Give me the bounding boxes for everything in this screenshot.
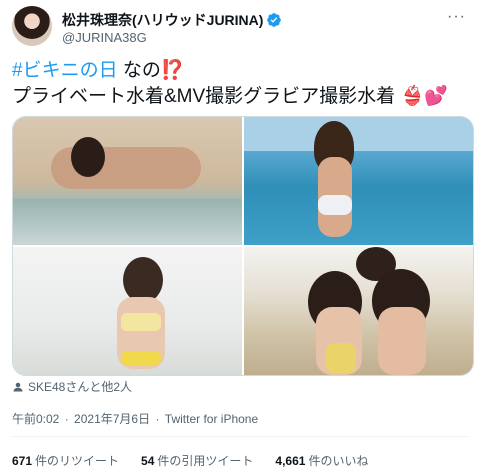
photo-2[interactable] xyxy=(244,117,473,245)
tweet-text-part: なの xyxy=(117,60,161,81)
media-grid xyxy=(12,116,474,376)
photo-4[interactable] xyxy=(244,247,473,375)
more-dots-icon[interactable]: ··· xyxy=(447,8,466,26)
retweets-count: 671 xyxy=(12,454,33,468)
person-icon xyxy=(13,382,23,391)
retweets-stat[interactable]: 671 件のリツイート xyxy=(12,452,119,469)
meta-separator: · xyxy=(64,412,69,426)
exclamation-question-emoji: ⁉️ xyxy=(160,60,185,81)
quotes-label: 件の引用ツイート xyxy=(157,454,254,468)
tweet-stats: 671 件のリツイート 54 件の引用ツイート 4,661 件のいいね xyxy=(12,452,390,469)
meta-separator: · xyxy=(155,412,160,426)
likes-label: 件のいいね xyxy=(308,454,369,468)
hashtag-link[interactable]: #ビキニの日 xyxy=(12,60,118,81)
likes-count: 4,661 xyxy=(275,454,306,468)
quotes-count: 54 xyxy=(141,454,155,468)
divider xyxy=(12,436,468,437)
tagged-users-label[interactable]: SKE48さんと他2人 xyxy=(28,378,132,395)
tweet-line-2: プライベート水着&MV撮影グラビア撮影水着 👙💕 xyxy=(12,84,468,110)
tweet-date[interactable]: 2021年7月6日 xyxy=(74,412,150,426)
photo-1[interactable] xyxy=(13,117,242,245)
likes-stat[interactable]: 4,661 件のいいね xyxy=(275,452,368,469)
tweet-time[interactable]: 午前0:02 xyxy=(12,412,59,426)
two-hearts-emoji: 💕 xyxy=(424,86,448,107)
tweet-header: 松井珠理奈(ハリウッドJURINA) @JURINA38G ··· xyxy=(12,6,468,50)
bikini-emoji: 👙 xyxy=(400,86,425,107)
tweet-line-1: #ビキニの日 なの⁉️ xyxy=(12,58,468,84)
tweet-text-part: プライベート水着&MV撮影グラビア撮影水着 xyxy=(12,86,396,107)
author-name-row[interactable]: 松井珠理奈(ハリウッドJURINA) xyxy=(62,10,282,30)
tweet-text: #ビキニの日 なの⁉️ プライベート水着&MV撮影グラビア撮影水着 👙💕 xyxy=(12,58,468,110)
avatar[interactable] xyxy=(12,6,52,46)
tweet-source[interactable]: Twitter for iPhone xyxy=(165,412,258,426)
photo-3[interactable] xyxy=(13,247,242,375)
quotes-stat[interactable]: 54 件の引用ツイート xyxy=(141,452,253,469)
author-handle[interactable]: @JURINA38G xyxy=(62,30,147,45)
retweets-label: 件のリツイート xyxy=(35,454,120,468)
tweet-meta: 午前0:02 · 2021年7月6日 · Twitter for iPhone xyxy=(12,410,258,427)
verified-badge-icon xyxy=(267,13,282,27)
author-display-name[interactable]: 松井珠理奈(ハリウッドJURINA) xyxy=(62,10,263,30)
tagged-users[interactable]: SKE48さんと他2人 xyxy=(12,378,132,395)
